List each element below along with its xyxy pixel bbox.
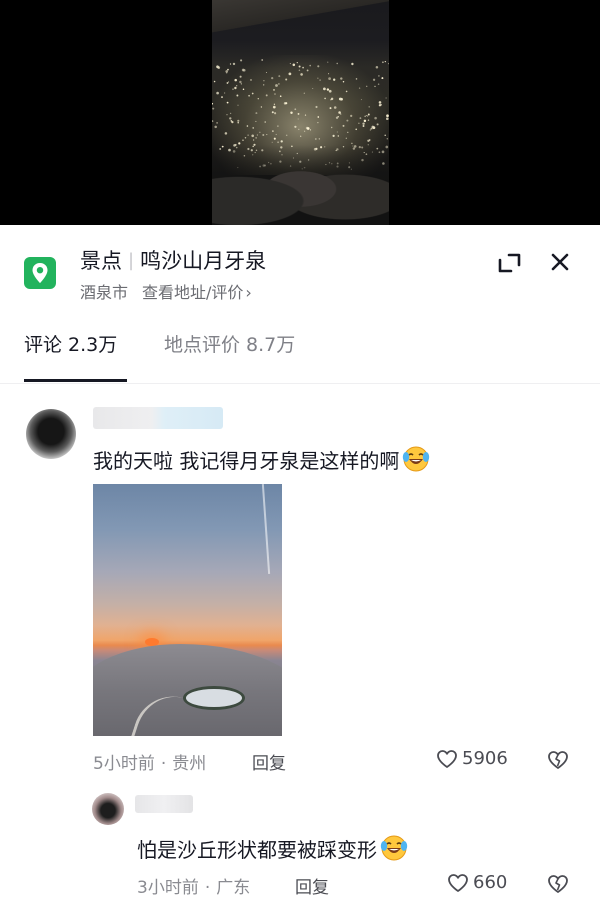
- photo-sand-dune: [93, 644, 282, 736]
- expand-icon: [498, 253, 521, 273]
- broken-heart-icon: [548, 875, 568, 893]
- username-blurred[interactable]: [93, 407, 223, 429]
- title-divider: |: [128, 250, 135, 271]
- meta-dot: ·: [160, 754, 167, 774]
- broken-heart-icon: [548, 751, 568, 769]
- chevron-right-icon: ›: [245, 283, 252, 302]
- comment-meta: 5小时前 · 贵州: [93, 749, 206, 774]
- avatar[interactable]: [26, 409, 76, 459]
- location-subtitle[interactable]: 酒泉市 查看地址/评价 ›: [80, 279, 252, 303]
- tab-comments[interactable]: 评论 2.3万: [24, 330, 117, 357]
- reply-text-content: 怕是沙丘形状都要被踩变形: [137, 838, 377, 862]
- comment-sheet: 景点 | 鸣沙山月牙泉 酒泉市 查看地址/评价 › 评论 2.3万 地点评价 8.7万 …: [0, 225, 600, 909]
- location-name: 鸣沙山月牙泉: [140, 249, 267, 273]
- tab-place-reviews[interactable]: 地点评价 8.7万: [164, 330, 295, 357]
- reply-comment-text: 怕是沙丘形状都要被踩变形: [137, 833, 409, 863]
- reply-meta: 3小时前 · 广东: [137, 873, 250, 898]
- close-icon: [551, 253, 569, 271]
- location-category: 景点: [80, 249, 122, 273]
- reply-button[interactable]: 回复: [295, 873, 329, 898]
- video-frame[interactable]: [212, 0, 389, 225]
- comment-image[interactable]: [93, 484, 282, 736]
- reply-time: 3小时前: [137, 878, 199, 898]
- like-button[interactable]: 660: [447, 872, 507, 893]
- location-title[interactable]: 景点 | 鸣沙山月牙泉: [80, 245, 266, 275]
- reply-avatar[interactable]: [92, 793, 124, 825]
- view-address-link[interactable]: 查看地址/评价: [142, 283, 243, 302]
- active-tab-indicator: [24, 379, 127, 382]
- location-city: 酒泉市: [80, 283, 129, 302]
- laughing-tears-emoji: [403, 446, 430, 472]
- photo-light-streak: [261, 484, 271, 574]
- reply-region: 广东: [216, 878, 251, 898]
- like-button[interactable]: 5906: [436, 748, 508, 769]
- comment-time: 5小时前: [93, 754, 155, 774]
- heart-outline-icon: [448, 873, 468, 892]
- video-player[interactable]: [0, 0, 600, 225]
- comment-text: 我的天啦 我记得月牙泉是这样的啊: [93, 444, 431, 474]
- map-pin-icon: [24, 257, 56, 289]
- comment-region: 贵州: [172, 754, 207, 774]
- photo-crescent-spring: [183, 686, 245, 710]
- dislike-button[interactable]: [547, 749, 569, 771]
- close-button[interactable]: [547, 249, 573, 275]
- like-count: 660: [473, 872, 508, 893]
- like-count: 5906: [462, 748, 508, 769]
- expand-button[interactable]: [497, 250, 523, 276]
- meta-dot: ·: [204, 878, 211, 898]
- reply-button[interactable]: 回复: [252, 749, 286, 774]
- video-foreground-heads: [212, 145, 389, 225]
- comment-text-content: 我的天啦 我记得月牙泉是这样的啊: [93, 449, 400, 473]
- reply-username-blurred[interactable]: [135, 795, 193, 813]
- heart-outline-icon: [437, 749, 457, 768]
- tab-bar: 评论 2.3万 地点评价 8.7万: [0, 325, 600, 384]
- dislike-button[interactable]: [547, 873, 569, 895]
- laughing-tears-emoji: [380, 835, 408, 861]
